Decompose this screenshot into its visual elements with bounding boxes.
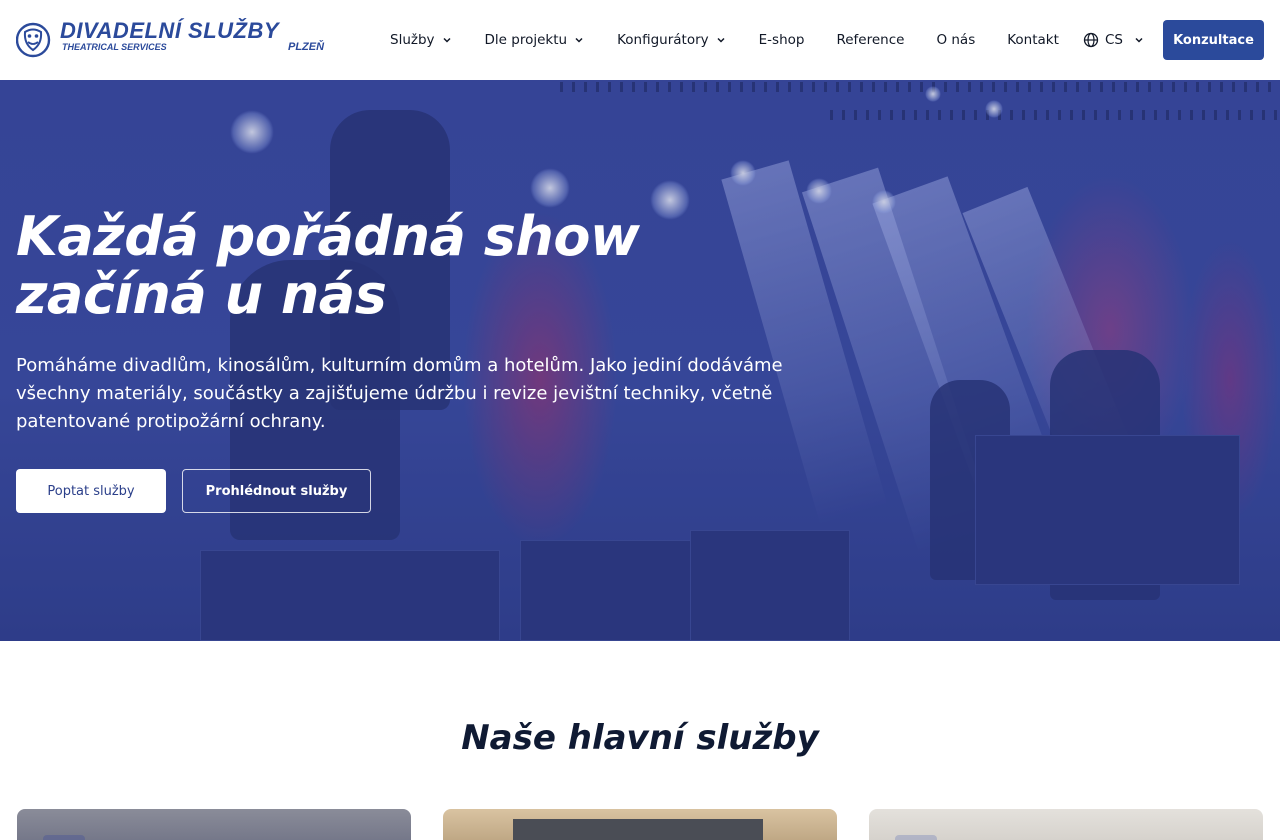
hero-description: Pomáháme divadlům, kinosálům, kulturním … [16,355,783,432]
language-label: CS [1105,32,1123,48]
brand-logo[interactable]: DIVADELNÍ SLUŽBY THEATRICAL SERVICES PLZ… [16,18,356,62]
brand-name: DIVADELNÍ SLUŽBY [60,18,280,43]
nav-item-label: Konfigurátory [617,32,709,48]
service-card-screen [513,819,763,840]
nav-item-label: Služby [390,32,435,48]
consultation-button[interactable]: Konzultace [1163,20,1264,60]
nav-item-konfiguratory[interactable]: Konfigurátory [617,32,727,48]
nav-item-label: Dle projektu [484,32,568,48]
chevron-down-icon [443,37,451,43]
service-card[interactable] [443,809,837,840]
request-services-button[interactable]: Poptat služby [16,469,166,513]
nav-item-reference[interactable]: Reference [836,32,904,48]
language-switcher[interactable]: CS [1083,0,1145,80]
hero-title-line-1: Každá pořádná show [16,205,640,268]
nav-item-e-shop[interactable]: E-shop [759,32,805,48]
nav-item-sluzby[interactable]: Služby [390,32,453,48]
service-card-badge [43,835,85,840]
nav-item-label: E-shop [758,32,805,48]
globe-icon [1083,32,1099,48]
nav-item-label: Reference [836,32,905,48]
site-header: DIVADELNÍ SLUŽBY THEATRICAL SERVICES PLZ… [0,0,1280,80]
nav-item-kontakt[interactable]: Kontakt [1007,32,1059,48]
main-nav: Služby Dle projektu Konfigurátory E-shop… [390,0,1091,80]
nav-item-label: O nás [936,32,976,48]
theatre-masks-icon [16,22,51,58]
brand-subtitle: THEATRICAL SERVICES [62,42,167,52]
nav-item-dle-projektu[interactable]: Dle projektu [485,32,586,48]
services-heading: Naše hlavní služby [461,718,819,758]
hero-section: Každá pořádná show začíná u nás Pomáháme… [0,80,1280,641]
service-card[interactable] [869,809,1263,840]
chevron-down-icon [575,37,583,43]
chevron-down-icon [1135,37,1143,43]
nav-item-o-nas[interactable]: O nás [936,32,975,48]
service-card[interactable] [17,809,411,840]
service-card-badge [895,835,937,840]
chevron-down-icon [717,37,725,43]
brand-city: PLZEŇ [288,41,325,53]
nav-item-label: Kontakt [1007,32,1059,48]
hero-title-line-2: začíná u nás [16,263,387,326]
brand-wordmark: DIVADELNÍ SLUŽBY THEATRICAL SERVICES PLZ… [60,18,350,62]
hero-title: Každá pořádná show začíná u nás [16,208,716,324]
browse-services-button[interactable]: Prohlédnout služby [182,469,371,513]
